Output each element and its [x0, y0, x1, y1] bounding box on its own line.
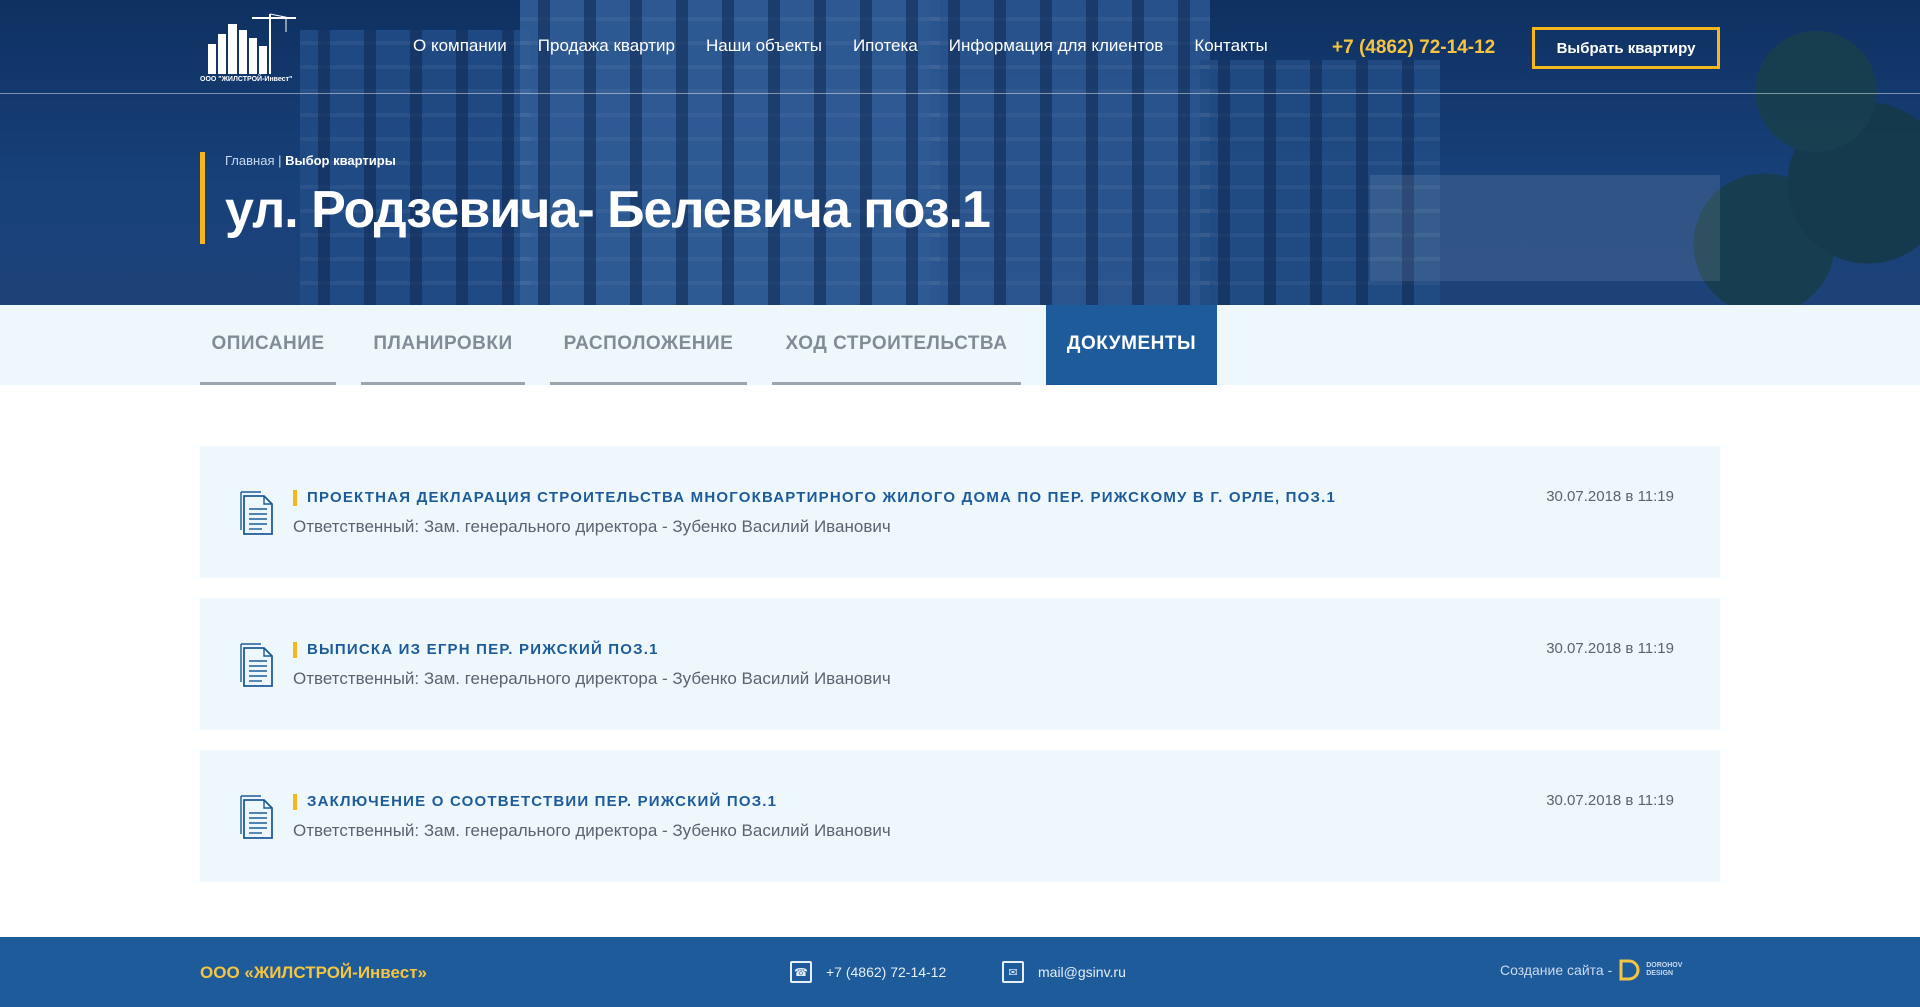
header-phone[interactable]: +7 (4862) 72-14-12 — [1332, 37, 1495, 59]
credit-brand-line1: DOROHOV — [1646, 962, 1683, 969]
hero-banner: ООО "ЖИЛСТРОЙ-Инвест" О компании Продажа… — [0, 0, 1920, 305]
choose-apartment-button[interactable]: Выбрать квартиру — [1532, 27, 1720, 69]
building-logo-icon — [208, 13, 296, 74]
footer-email[interactable]: ✉ mail@gsinv.ru — [1002, 961, 1126, 983]
document-icon — [240, 643, 273, 687]
document-date: 30.07.2018 в 11:19 — [1546, 792, 1674, 809]
nav-item-sales[interactable]: Продажа квартир — [538, 36, 675, 56]
document-title[interactable]: ПРОЕКТНАЯ ДЕКЛАРАЦИЯ СТРОИТЕЛЬСТВА МНОГО… — [293, 490, 1336, 506]
document-item[interactable]: ВЫПИСКА ИЗ ЕГРН ПЕР. РИЖСКИЙ ПОЗ.1 Ответ… — [200, 598, 1720, 730]
phone-icon: ☎ — [790, 961, 812, 983]
document-icon — [240, 491, 273, 535]
tab-documents[interactable]: ДОКУМЕНТЫ — [1046, 305, 1217, 385]
credit-brand-line2: DESIGN — [1646, 970, 1674, 977]
object-tabs: ОПИСАНИЕ ПЛАНИРОВКИ РАСПОЛОЖЕНИЕ ХОД СТР… — [0, 305, 1920, 385]
breadcrumb-separator: | — [274, 153, 286, 168]
footer-company-name: ООО «ЖИЛСТРОЙ-Инвест» — [200, 963, 427, 982]
document-date: 30.07.2018 в 11:19 — [1546, 488, 1674, 505]
document-responsible: Ответственный: Зам. генерального директо… — [293, 517, 891, 536]
site-credit[interactable]: Создание сайта - DOROHOV DESIGN — [1500, 959, 1682, 981]
tab-layouts[interactable]: ПЛАНИРОВКИ — [361, 305, 525, 385]
breadcrumb-current: Выбор квартиры — [285, 153, 396, 168]
document-title[interactable]: ВЫПИСКА ИЗ ЕГРН ПЕР. РИЖСКИЙ ПОЗ.1 — [293, 642, 659, 658]
site-footer: ООО «ЖИЛСТРОЙ-Инвест» ☎ +7 (4862) 72-14-… — [0, 937, 1920, 1007]
nav-item-objects[interactable]: Наши объекты — [706, 36, 822, 56]
tab-description[interactable]: ОПИСАНИЕ — [200, 305, 336, 385]
document-date: 30.07.2018 в 11:19 — [1546, 640, 1674, 657]
nav-item-client-info[interactable]: Информация для клиентов — [949, 36, 1164, 56]
breadcrumb-home[interactable]: Главная — [225, 153, 274, 168]
top-navigation-bar: ООО "ЖИЛСТРОЙ-Инвест" О компании Продажа… — [0, 0, 1920, 94]
nav-item-contacts[interactable]: Контакты — [1194, 36, 1267, 56]
document-item[interactable]: ЗАКЛЮЧЕНИЕ О СООТВЕТСТВИИ ПЕР. РИЖСКИЙ П… — [200, 750, 1720, 882]
document-responsible: Ответственный: Зам. генерального директо… — [293, 821, 891, 840]
nav-item-about[interactable]: О компании — [413, 36, 507, 56]
credit-brand: DOROHOV DESIGN — [1646, 962, 1682, 978]
footer-phone[interactable]: ☎ +7 (4862) 72-14-12 — [790, 961, 946, 983]
page-title-block: Главная | Выбор квартиры ул. Родзевича- … — [200, 152, 991, 244]
footer-email-text[interactable]: mail@gsinv.ru — [1038, 964, 1126, 980]
document-item[interactable]: ПРОЕКТНАЯ ДЕКЛАРАЦИЯ СТРОИТЕЛЬСТВА МНОГО… — [200, 446, 1720, 578]
tab-location[interactable]: РАСПОЛОЖЕНИЕ — [550, 305, 747, 385]
document-icon — [240, 795, 273, 839]
footer-phone-text[interactable]: +7 (4862) 72-14-12 — [826, 964, 946, 980]
mail-icon: ✉ — [1002, 961, 1024, 983]
document-responsible: Ответственный: Зам. генерального директо… — [293, 669, 891, 688]
nav-item-mortgage[interactable]: Ипотека — [853, 36, 918, 56]
breadcrumb: Главная | Выбор квартиры — [225, 153, 990, 168]
documents-list: ПРОЕКТНАЯ ДЕКЛАРАЦИЯ СТРОИТЕЛЬСТВА МНОГО… — [200, 446, 1720, 902]
page-title: ул. Родзевича- Белевича поз.1 — [225, 181, 991, 239]
logo-text: ООО "ЖИЛСТРОЙ-Инвест" — [200, 76, 293, 83]
credit-label: Создание сайта - — [1500, 962, 1613, 978]
dorohov-design-logo-icon — [1619, 959, 1640, 981]
document-title[interactable]: ЗАКЛЮЧЕНИЕ О СООТВЕТСТВИИ ПЕР. РИЖСКИЙ П… — [293, 794, 777, 810]
hero-decor-panel — [1370, 175, 1720, 281]
main-nav: О компании Продажа квартир Наши объекты … — [413, 36, 1299, 56]
company-logo[interactable]: ООО "ЖИЛСТРОЙ-Инвест" — [200, 10, 300, 88]
tab-construction-progress[interactable]: ХОД СТРОИТЕЛЬСТВА — [772, 305, 1021, 385]
